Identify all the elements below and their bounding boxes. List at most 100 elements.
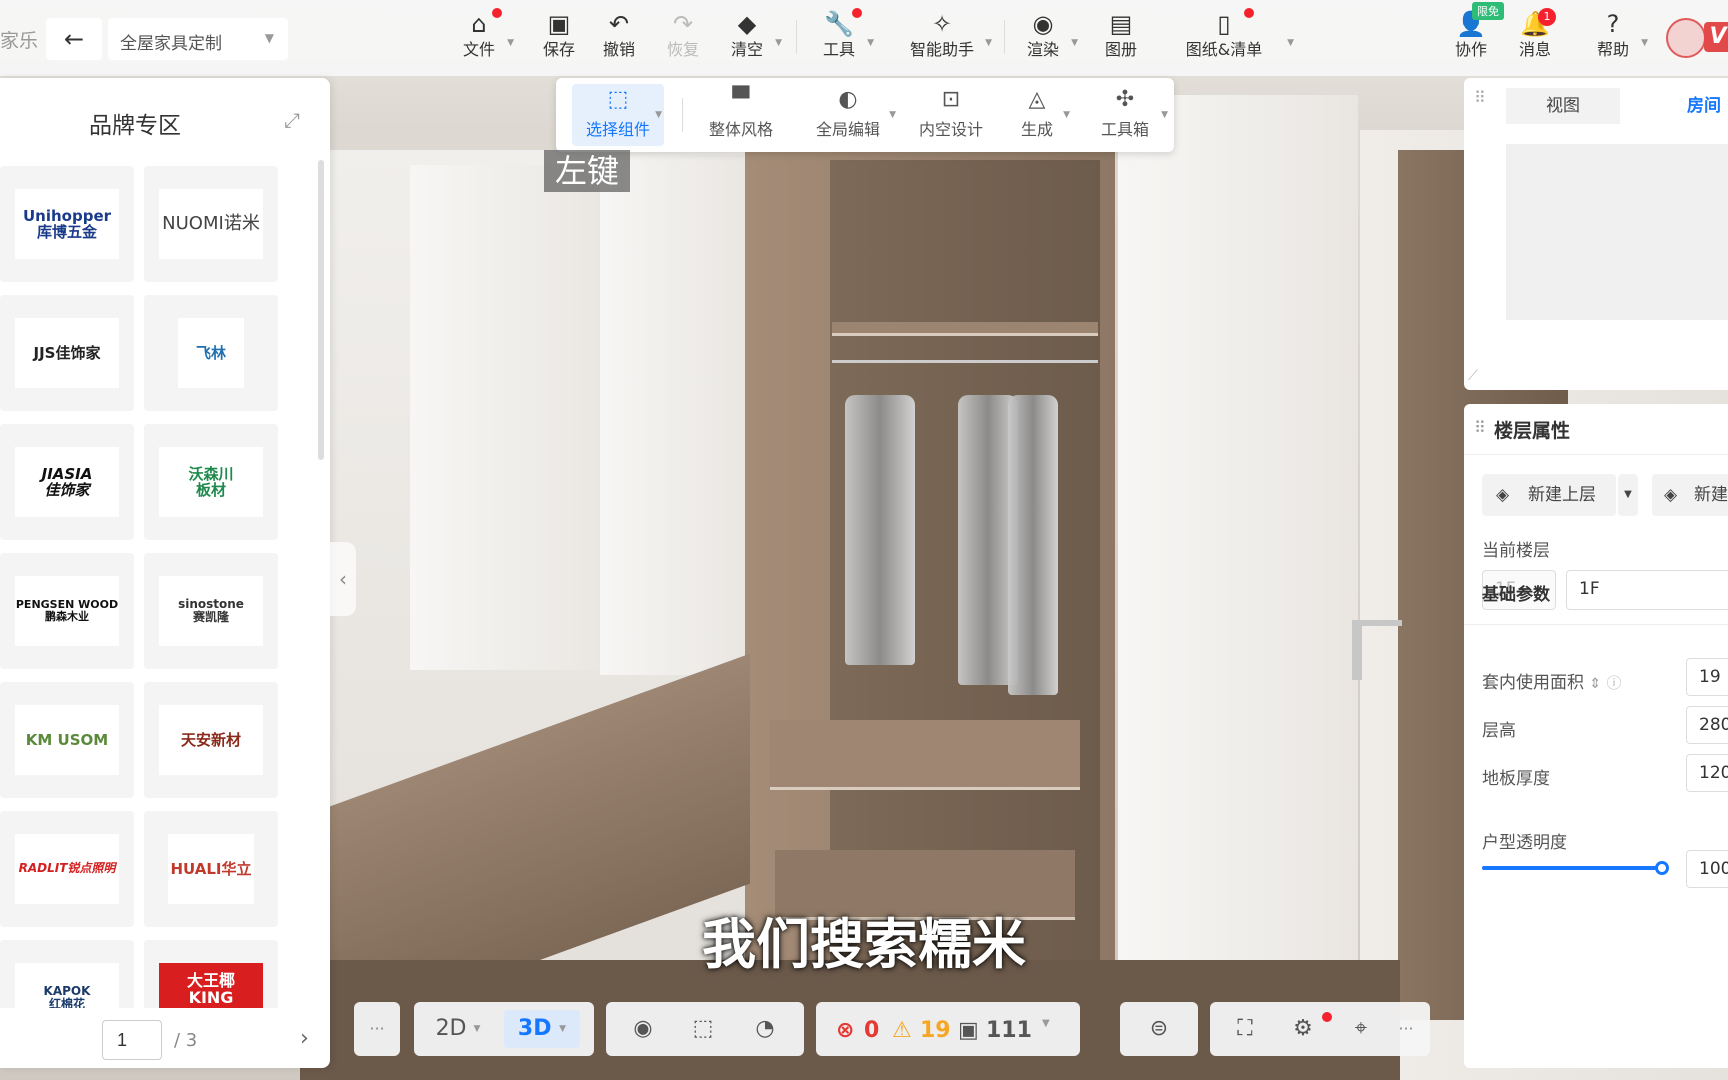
- floor-panel-title: 楼层属性: [1494, 420, 1571, 442]
- view-tools-group: ◉ ⬚ ◔: [606, 1002, 804, 1056]
- toolbar-redo[interactable]: ↷ 恢复: [648, 8, 718, 68]
- floor-height-input[interactable]: 280: [1686, 706, 1728, 744]
- help-icon: ?: [1606, 10, 1620, 38]
- drag-handle-icon[interactable]: ⠿: [1474, 418, 1486, 437]
- view-panel: ⠿ 视图 房间 ⟋: [1464, 78, 1728, 390]
- scene-shelf: [832, 322, 1098, 336]
- overall-style-button[interactable]: ▀ 整体风格: [696, 84, 786, 146]
- wrench-icon: 🔧: [824, 10, 854, 38]
- toggle-switch-icon[interactable]: ⊜: [1134, 1010, 1184, 1048]
- field-label-transparency: 户型透明度: [1482, 833, 1567, 853]
- album-icon: ▤: [1109, 10, 1133, 38]
- view-mode-group: 2D ▼ 3D ▼: [414, 1002, 594, 1056]
- brand-card-unihopper[interactable]: Unihopper 库博五金: [0, 166, 134, 282]
- design-subtoolbar: ⬚ 选择组件 ▼ ▀ 整体风格 ◐ 全局编辑 ▼ ⊡ 内空设计 ◬ 生成 ▼ ✣ 工具箱 ▼: [556, 78, 1174, 152]
- focus-icon[interactable]: ⌖: [1336, 1010, 1386, 1048]
- brand-card-pengsen[interactable]: PENGSEN WOOD 鹏森木业: [0, 553, 134, 669]
- toggle-group: ⊜: [1120, 1002, 1198, 1056]
- scene-coat: [1008, 395, 1058, 695]
- screenshot-icon[interactable]: ⛶: [1220, 1010, 1270, 1048]
- brand-logo: JJS佳饰家: [15, 318, 119, 388]
- select-component-icon: ⬚: [607, 87, 629, 112]
- bottom-more-left[interactable]: ···: [354, 1002, 400, 1056]
- collapse-panel-handle[interactable]: ‹: [330, 542, 356, 616]
- brand-scrollbar[interactable]: [318, 160, 324, 460]
- new-floor-dropdown[interactable]: ▼: [1618, 474, 1638, 516]
- resize-icon[interactable]: ⟋: [1468, 368, 1478, 384]
- toolbox-button[interactable]: ✣ 工具箱 ▼: [1080, 84, 1170, 146]
- add-layer-icon: ◈: [1664, 485, 1678, 505]
- floor-name-input[interactable]: 1F: [1566, 570, 1728, 610]
- app-name: 家乐: [0, 30, 39, 52]
- drag-handle-icon[interactable]: ⠿: [1474, 88, 1486, 107]
- avatar[interactable]: [1666, 18, 1706, 58]
- info-icon[interactable]: ⓘ: [1607, 674, 1622, 692]
- project-select[interactable]: 全屋家具定制 ▼: [108, 18, 288, 60]
- cube-icon[interactable]: ⬚: [678, 1010, 728, 1048]
- slider-knob[interactable]: [1655, 861, 1669, 875]
- mode-2d-button[interactable]: 2D ▼: [424, 1010, 492, 1048]
- gauge-icon[interactable]: ◔: [740, 1010, 790, 1048]
- brand-logo: RADLIT锐点照明: [15, 834, 119, 904]
- brand-card-tianan[interactable]: 天安新材: [144, 682, 278, 798]
- generate-icon: ◬: [1028, 87, 1046, 112]
- brand-logo: 飞林: [178, 318, 244, 388]
- chevron-right-icon[interactable]: ›: [300, 1026, 309, 1051]
- bottom-more-right[interactable]: ···: [1388, 1010, 1424, 1048]
- mode-3d-button[interactable]: 3D ▼: [504, 1010, 580, 1048]
- page-total: / 3: [174, 1030, 198, 1051]
- inner-space-icon: ⊡: [941, 87, 961, 112]
- scene-cabinet-door-left: [410, 165, 610, 670]
- page-number-input[interactable]: [102, 1020, 162, 1060]
- brand-card-sinostone[interactable]: sinostone 赛凯隆: [144, 553, 278, 669]
- back-button[interactable]: ←: [46, 18, 102, 60]
- toolbar-clear[interactable]: ◆ 清空 ▼: [712, 8, 782, 68]
- warning-count: 19: [920, 1018, 951, 1043]
- toolbar-album[interactable]: ▤ 图册: [1086, 8, 1156, 68]
- eye-icon[interactable]: ◉: [618, 1010, 668, 1048]
- paint-roller-icon: ▀: [732, 87, 750, 112]
- brand-logo: sinostone 赛凯隆: [159, 576, 263, 646]
- brand-card-jjs[interactable]: JJS佳饰家: [0, 295, 134, 411]
- transparency-slider[interactable]: [1482, 861, 1669, 875]
- global-edit-button[interactable]: ◐ 全局编辑 ▼: [798, 84, 898, 146]
- transparency-input[interactable]: 100: [1686, 850, 1728, 888]
- tab-view[interactable]: 视图: [1506, 88, 1620, 124]
- brand-logo: HUALI华立: [168, 834, 254, 904]
- generate-button[interactable]: ◬ 生成 ▼: [1002, 84, 1072, 146]
- check-status-group[interactable]: ⊗ 0 ⚠ 19 ▣ 111 ▼: [816, 1002, 1080, 1056]
- toolbar-render[interactable]: ◉ 渲染 ▼: [1008, 8, 1078, 68]
- toolbar-undo[interactable]: ↶ 撤销: [584, 8, 654, 68]
- mouse-hint-tag: 左键: [544, 150, 630, 192]
- camera-settings-icon[interactable]: ⚙: [1278, 1010, 1328, 1048]
- brand-logo: NUOMI诺米: [159, 189, 263, 259]
- brand-card-kmusom[interactable]: KM USOM: [0, 682, 134, 798]
- toolbar-drawings-list[interactable]: ▯ 图纸&清单 ▼: [1160, 8, 1294, 68]
- toolbar-messages[interactable]: 🔔 消息 1: [1500, 8, 1570, 68]
- brand-logo: PENGSEN WOOD 鹏森木业: [15, 576, 119, 646]
- toolbar-help[interactable]: ? 帮助 ▼: [1578, 8, 1648, 68]
- select-component-button[interactable]: ⬚ 选择组件 ▼: [572, 84, 664, 146]
- area-input[interactable]: 19: [1686, 658, 1728, 696]
- new-upper-floor-button[interactable]: ◈ 新建上层: [1482, 474, 1616, 516]
- toolbar-file[interactable]: ⌂ 文件 ▼: [444, 8, 514, 68]
- chevron-down-icon: ▼: [1042, 1018, 1050, 1029]
- brand-card-feilin[interactable]: 飞林: [144, 295, 278, 411]
- inner-space-design-button[interactable]: ⊡ 内空设计: [906, 84, 996, 146]
- brand-card-jiasia[interactable]: JIASIA 佳饰家: [0, 424, 134, 540]
- floor-thickness-input[interactable]: 120: [1686, 754, 1728, 792]
- toolbar-tools[interactable]: 🔧 工具 ▼: [804, 8, 874, 68]
- chevron-down-icon: ▼: [264, 31, 274, 45]
- toolbar-collab[interactable]: 👤 协作 限免: [1436, 2, 1506, 68]
- camera-icon: ◉: [1032, 10, 1054, 38]
- expand-icon[interactable]: ⤢: [284, 108, 300, 132]
- new-lower-floor-button[interactable]: ◈ 新建: [1652, 474, 1728, 516]
- toolbar-ai-assistant[interactable]: ✧ 智能助手 ▼: [892, 8, 992, 68]
- error-count: 0: [864, 1018, 880, 1043]
- home-icon: ⌂: [471, 10, 487, 38]
- tab-room[interactable]: 房间: [1664, 88, 1728, 124]
- video-subtitle: 我们搜索糯米: [702, 913, 1026, 976]
- brand-card-nuomi[interactable]: NUOMI诺米: [144, 166, 278, 282]
- undo-icon: ↶: [608, 10, 630, 38]
- brand-card-wosenchuan[interactable]: 沃森川 板材: [144, 424, 278, 540]
